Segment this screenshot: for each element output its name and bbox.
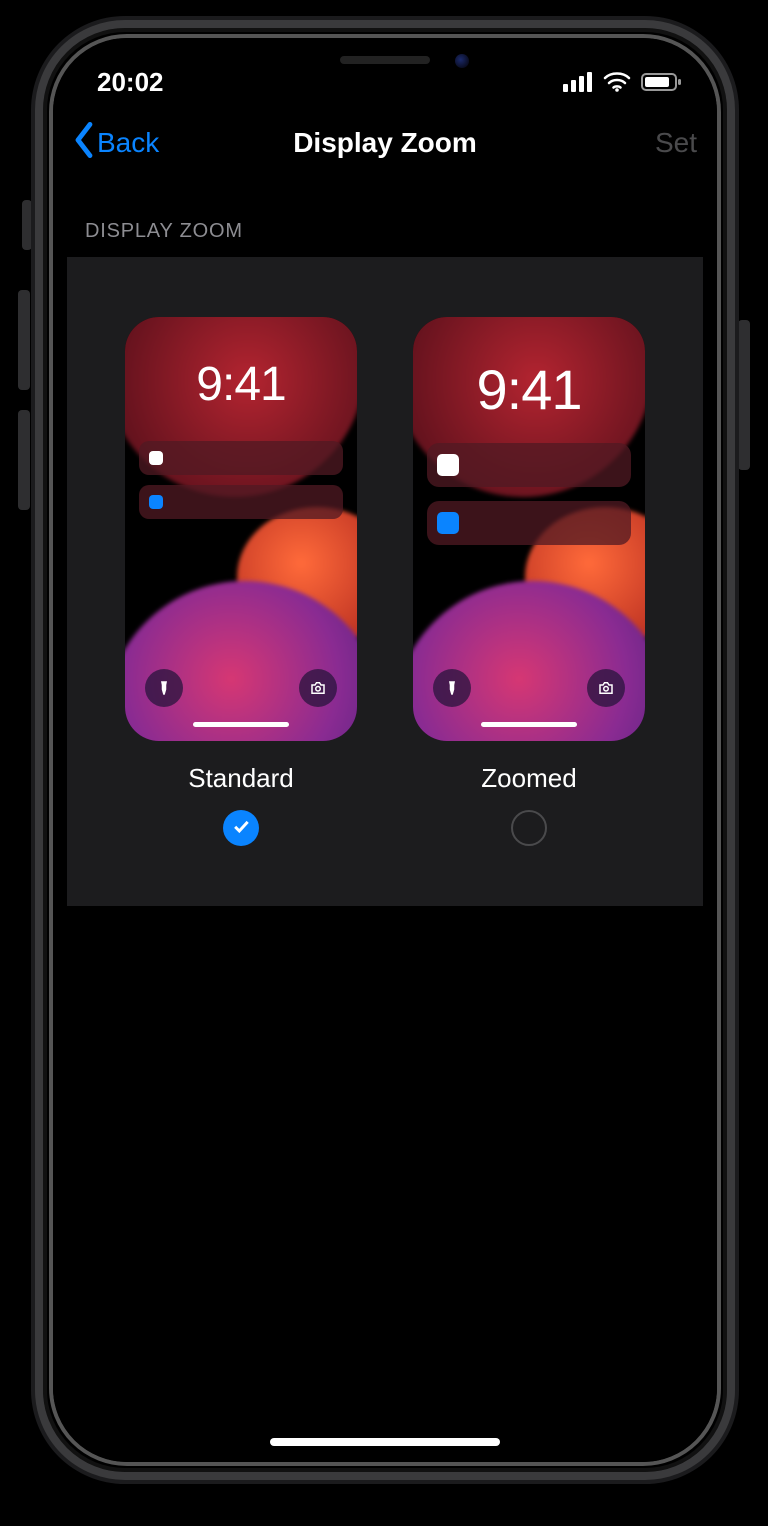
option-standard[interactable]: 9:41 Standard xyxy=(125,317,357,846)
preview-notification xyxy=(139,441,343,475)
page-title: Display Zoom xyxy=(293,127,477,159)
display-zoom-panel: 9:41 Standard xyxy=(67,257,703,906)
preview-notification xyxy=(427,443,631,487)
phone-power-button xyxy=(738,320,750,470)
camera-icon xyxy=(587,669,625,707)
option-label-standard: Standard xyxy=(188,763,294,794)
back-button[interactable]: Back xyxy=(73,122,159,165)
phone-notch xyxy=(235,38,535,88)
flashlight-icon xyxy=(145,669,183,707)
nav-bar: Back Display Zoom Set xyxy=(53,108,717,178)
screen: 20:02 xyxy=(53,38,717,1462)
wifi-icon xyxy=(603,72,631,92)
radio-zoomed-unselected[interactable] xyxy=(511,810,547,846)
back-label: Back xyxy=(97,127,159,159)
preview-time: 9:41 xyxy=(413,357,645,422)
preview-home-indicator xyxy=(193,722,289,727)
preview-zoomed: 9:41 xyxy=(413,317,645,741)
status-time: 20:02 xyxy=(97,67,164,98)
preview-notification xyxy=(139,485,343,519)
preview-home-indicator xyxy=(481,722,577,727)
flashlight-icon xyxy=(433,669,471,707)
preview-notification xyxy=(427,501,631,545)
cellular-icon xyxy=(563,72,593,92)
home-indicator[interactable] xyxy=(270,1438,500,1446)
option-label-zoomed: Zoomed xyxy=(481,763,576,794)
option-zoomed[interactable]: 9:41 Zoomed xyxy=(413,317,645,846)
set-button[interactable]: Set xyxy=(655,127,697,159)
camera-icon xyxy=(299,669,337,707)
battery-icon xyxy=(641,72,683,92)
preview-standard: 9:41 xyxy=(125,317,357,741)
phone-volume-up xyxy=(18,290,30,390)
phone-mute-switch xyxy=(22,200,32,250)
phone-volume-down xyxy=(18,410,30,510)
phone-frame: 20:02 xyxy=(35,20,735,1480)
preview-time: 9:41 xyxy=(125,357,357,412)
radio-standard-selected[interactable] xyxy=(223,810,259,846)
checkmark-icon xyxy=(231,816,251,841)
chevron-left-icon xyxy=(73,122,95,165)
section-header: DISPLAY ZOOM xyxy=(53,178,717,257)
